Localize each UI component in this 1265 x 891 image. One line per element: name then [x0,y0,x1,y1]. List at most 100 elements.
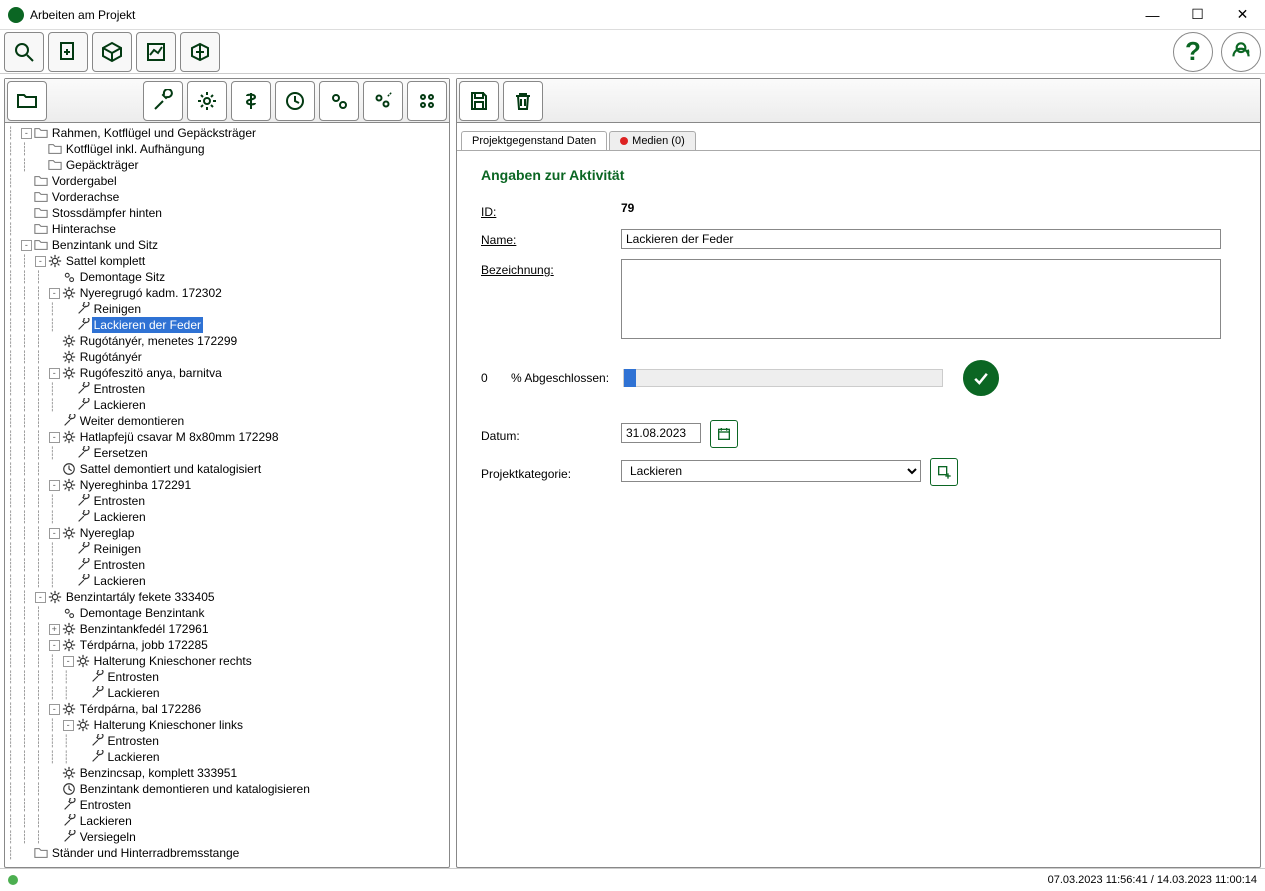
tree-toggle[interactable]: - [63,656,74,667]
tree-node[interactable]: ┊ ┊ Gepäckträger [7,157,449,173]
tree-label[interactable]: Gepäckträger [64,157,141,173]
tree-node[interactable]: ┊ Stossdämpfer hinten [7,205,449,221]
search-button[interactable] [4,32,44,72]
tree-label[interactable]: Benzintank demontieren und katalogisiere… [78,781,312,797]
tree-label[interactable]: Entrosten [92,381,147,397]
tree-label[interactable]: Rugófeszitö anya, barnitva [78,365,224,381]
tree-label[interactable]: Demontage Sitz [78,269,167,285]
tree-label[interactable]: Sattel komplett [64,253,147,269]
tree-node[interactable]: ┊ ┊ -Benzintartály fekete 333405 [7,589,449,605]
tree-label[interactable]: Rugótányér, menetes 172299 [78,333,239,349]
tree-label[interactable]: Hatlapfejü csavar M 8x80mm 172298 [78,429,281,445]
tree-node[interactable]: ┊ ┊ ┊ ┊ ┊ Entrosten [7,669,449,685]
tab-data[interactable]: Projektgegenstand Daten [461,131,607,150]
tree-node[interactable]: ┊ ┊ ┊ Benzintank demontieren und katalog… [7,781,449,797]
tab-media[interactable]: Medien (0) [609,131,696,150]
tree-node[interactable]: ┊ ┊ ┊ Demontage Sitz [7,269,449,285]
tree-label[interactable]: Térdpárna, bal 172286 [78,701,203,717]
tree-node[interactable]: ┊ ┊ ┊ Entrosten [7,797,449,813]
tree-toggle[interactable]: - [35,256,46,267]
tree-node[interactable]: ┊ ┊ ┊ ┊ Lackieren [7,509,449,525]
gear-button[interactable] [187,81,227,121]
tree-toggle[interactable]: - [49,704,60,715]
tree-node[interactable]: ┊ ┊ ┊ -Nyereghinba 172291 [7,477,449,493]
date-input[interactable] [621,423,701,443]
tree-label[interactable]: Lackieren [106,685,162,701]
tree-node[interactable]: ┊ ┊ -Sattel komplett [7,253,449,269]
tree-label[interactable]: Vorderachse [50,189,121,205]
close-button[interactable]: ✕ [1220,0,1265,30]
tree-label[interactable]: Halterung Knieschoner links [92,717,245,733]
tree-node[interactable]: ┊ ┊ ┊ ┊ -Halterung Knieschoner rechts [7,653,449,669]
tree-node[interactable]: ┊ ┊ ┊ Versiegeln [7,829,449,845]
tree-label[interactable]: Térdpárna, jobb 172285 [78,637,210,653]
tree-label[interactable]: Benzintankfedél 172961 [78,621,211,637]
add-category-button[interactable] [930,458,958,486]
tree-node[interactable]: ┊ ┊ ┊ ┊ ┊ Entrosten [7,733,449,749]
tree-node[interactable]: ┊ ┊ ┊ -Nyereglap [7,525,449,541]
tree-node[interactable]: ┊ ┊ ┊ +Benzintankfedél 172961 [7,621,449,637]
tree-toggle[interactable]: - [49,432,60,443]
tree-label[interactable]: Rugótányér [78,349,144,365]
gears2-button[interactable] [319,81,359,121]
delete-button[interactable] [503,81,543,121]
tree-label[interactable]: Benzincsap, komplett 333951 [78,765,239,781]
add-doc-button[interactable] [48,32,88,72]
cost-button[interactable] [231,81,271,121]
tree-node[interactable]: ┊ ┊ Kotflügel inkl. Aufhängung [7,141,449,157]
tree-node[interactable]: ┊ -Benzintank und Sitz [7,237,449,253]
tree-node[interactable]: ┊ ┊ ┊ ┊ Reinigen [7,541,449,557]
tree-node[interactable]: ┊ ┊ ┊ ┊ Eersetzen [7,445,449,461]
tree-label[interactable]: Eersetzen [92,445,150,461]
calendar-button[interactable] [710,420,738,448]
tree-toggle[interactable]: - [35,592,46,603]
tree-label[interactable]: Lackieren [106,749,162,765]
tree-toggle[interactable]: - [49,528,60,539]
tree-node[interactable]: ┊ ┊ ┊ Rugótányér [7,349,449,365]
tree-node[interactable]: ┊ -Rahmen, Kotflügel und Gepäcksträger [7,125,449,141]
tree-node[interactable]: ┊ ┊ ┊ Benzincsap, komplett 333951 [7,765,449,781]
progress-slider[interactable] [623,369,943,387]
tree-node[interactable]: ┊ ┊ ┊ -Térdpárna, jobb 172285 [7,637,449,653]
tree-label[interactable]: Ständer und Hinterradbremsstange [50,845,241,861]
tree-label[interactable]: Versiegeln [78,829,138,845]
tree-node[interactable]: ┊ ┊ ┊ ┊ Entrosten [7,493,449,509]
tree-node[interactable]: ┊ ┊ ┊ Lackieren [7,813,449,829]
tree-node[interactable]: ┊ ┊ ┊ ┊ -Halterung Knieschoner links [7,717,449,733]
tree-label[interactable]: Entrosten [106,669,161,685]
tree-label[interactable]: Entrosten [92,557,147,573]
tree-node[interactable]: ┊ ┊ ┊ Demontage Benzintank [7,605,449,621]
tree-node[interactable]: ┊ ┊ ┊ ┊ ┊ Lackieren [7,685,449,701]
folder-button[interactable] [7,81,47,121]
tree-label[interactable]: Entrosten [92,493,147,509]
tree-label[interactable]: Benzintank und Sitz [50,237,160,253]
tree-label[interactable]: Nyereglap [78,525,137,541]
save-button[interactable] [459,81,499,121]
tree-label[interactable]: Lackieren [92,573,148,589]
time-button[interactable] [275,81,315,121]
tree-toggle[interactable]: - [49,368,60,379]
category-select[interactable]: Lackieren [621,460,921,482]
support-button[interactable] [1221,32,1261,72]
tree-node[interactable]: ┊ ┊ ┊ -Rugófeszitö anya, barnitva [7,365,449,381]
tree-node[interactable]: ┊ ┊ ┊ ┊ Reinigen [7,301,449,317]
tree-toggle[interactable]: - [49,480,60,491]
tree-label[interactable]: Entrosten [106,733,161,749]
tree-node[interactable]: ┊ Hinterachse [7,221,449,237]
tree-label[interactable]: Benzintartály fekete 333405 [64,589,217,605]
gears3-button[interactable] [363,81,403,121]
progress-confirm-button[interactable] [963,360,999,396]
maximize-button[interactable]: ☐ [1175,0,1220,30]
tree-label[interactable]: Lackieren [92,397,148,413]
tree-toggle[interactable]: - [49,640,60,651]
gears4-button[interactable] [407,81,447,121]
desc-input[interactable] [621,259,1221,339]
tree-label[interactable]: Sattel demontiert und katalogisiert [78,461,263,477]
tree-toggle[interactable]: - [21,128,32,139]
minimize-button[interactable]: — [1130,0,1175,30]
help-button[interactable]: ? [1173,32,1213,72]
tree-label[interactable]: Vordergabel [50,173,119,189]
tree-label[interactable]: Stossdämpfer hinten [50,205,164,221]
tree-label[interactable]: Halterung Knieschoner rechts [92,653,254,669]
tree-label[interactable]: Nyeregrugó kadm. 172302 [78,285,224,301]
